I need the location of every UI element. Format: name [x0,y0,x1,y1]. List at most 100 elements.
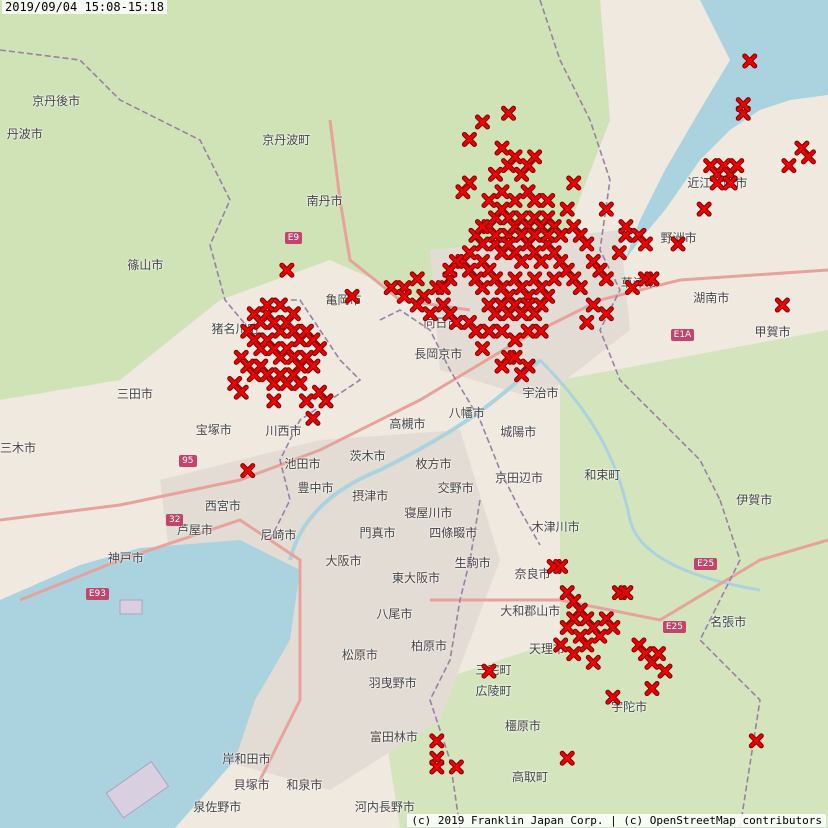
lightning-strike-marker [527,192,543,208]
lightning-strike-marker [507,192,523,208]
lightning-strike-marker [533,323,549,339]
lightning-strike-marker [579,637,595,653]
lightning-strike-marker [579,236,595,252]
lightning-strike-marker [566,175,582,191]
lightning-strike-marker [487,227,503,243]
lightning-strike-marker [305,410,321,426]
lightning-strike-marker [240,463,256,479]
lightning-strike-marker [266,393,282,409]
lightning-strike-marker [507,332,523,348]
lightning-strike-marker [637,236,653,252]
lightning-strike-marker [422,306,438,322]
lightning-map: 丹波市 京丹波町 南丹市 篠山市 亀岡市 猪名川町 三田市 三木市 宝塚市 川西市 池田市 豊中市 西宮… [0,0,828,828]
lightning-strike-marker [559,620,575,636]
lightning-strike-marker [624,280,640,296]
lightning-strike-marker [429,733,445,749]
lightning-strike-marker [383,280,399,296]
lightning-strike-marker [598,306,614,322]
lightning-strike-marker [474,219,490,235]
lightning-strike-marker [468,323,484,339]
lightning-strike-marker [448,314,464,330]
lightning-strike-marker [461,131,477,147]
lightning-strike-marker [487,166,503,182]
lightning-strike-marker [650,646,666,662]
lightning-strike-marker [409,297,425,313]
lightning-strike-marker [559,201,575,217]
lightning-strike-marker [774,297,790,313]
lightning-strike-marker [533,297,549,313]
lightning-strike-marker [559,750,575,766]
lightning-strike-marker [501,105,517,121]
lightning-strike-marker [709,175,725,191]
lightning-strike-marker [481,323,497,339]
lightning-strike-marker [748,733,764,749]
lightning-strike-marker [546,271,562,287]
lightning-strike-marker [461,245,477,261]
lightning-strike-marker [298,393,314,409]
lightning-strike-marker [566,646,582,662]
lightning-strike-marker [735,97,751,113]
lightning-strike-marker [481,192,497,208]
lightning-strike-marker [605,689,621,705]
lightning-strike-marker [611,245,627,261]
lightning-strike-marker [455,184,471,200]
lightning-strike-marker [233,384,249,400]
lightning-strike-marker [618,585,634,601]
lightning-strike-marker [579,314,595,330]
lightning-strike-marker [507,149,523,165]
lightning-strike-marker [318,393,334,409]
lightning-strike-marker [742,53,758,69]
lightning-strike-marker [442,262,458,278]
lightning-strike-marker [409,271,425,287]
lightning-strike-marker [553,559,569,575]
lightning-strike-marker [514,227,530,243]
lightning-strike-marker [800,149,816,165]
lightning-strike-marker [474,114,490,130]
lightning-strike-marker [259,297,275,313]
lightning-strike-marker [696,201,712,217]
lightning-strike-marker [448,759,464,775]
lightning-strike-marker [605,620,621,636]
lightning-strike-marker [344,288,360,304]
lightning-strike-marker [520,323,536,339]
lightning-strike-marker [272,297,288,313]
lightning-strike-marker [585,297,601,313]
lightning-strike-marker [572,280,588,296]
lightning-strike-marker [553,637,569,653]
lightning-strike-marker [533,253,549,269]
lightning-strike-marker [494,140,510,156]
lightning-strike-marker [507,349,523,365]
lightning-strike-marker [435,280,451,296]
lightning-strike-marker [657,663,673,679]
lightning-strike-marker [396,288,412,304]
lightning-strike-marker [494,323,510,339]
lightning-strike-marker [514,253,530,269]
lightning-strike-marker [540,227,556,243]
lightning-strike-marker [279,262,295,278]
lightning-strike-marker [474,341,490,357]
lightning-strike-marker [781,158,797,174]
lightning-strike-marker [474,280,490,296]
lightning-strike-marker [540,192,556,208]
lightning-strike-marker [644,681,660,697]
lightning-strike-marker [592,628,608,644]
lightning-strike-marker [305,358,321,374]
lightning-strike-marker [481,663,497,679]
timestamp-label: 2019/09/04 15:08-15:18 [2,0,167,14]
lightning-strike-marker [553,227,569,243]
attribution-label: (c) 2019 Franklin Japan Corp. | (c) Open… [407,814,826,827]
lightning-strike-marker [494,184,510,200]
lightning-strike-marker [618,219,634,235]
lightning-strike-marker [494,358,510,374]
lightning-strike-marker [527,227,543,243]
lightning-strike-marker [729,158,745,174]
lightning-strike-marker [598,271,614,287]
lightning-markers [227,53,816,775]
lightning-strike-marker [527,149,543,165]
lightning-strike-marker [722,175,738,191]
lightning-strike-marker [311,341,327,357]
lightning-strike-marker [501,236,517,252]
lightning-strike-marker [514,367,530,383]
lightning-strike-marker [670,236,686,252]
lightning-strike-marker [285,306,301,322]
